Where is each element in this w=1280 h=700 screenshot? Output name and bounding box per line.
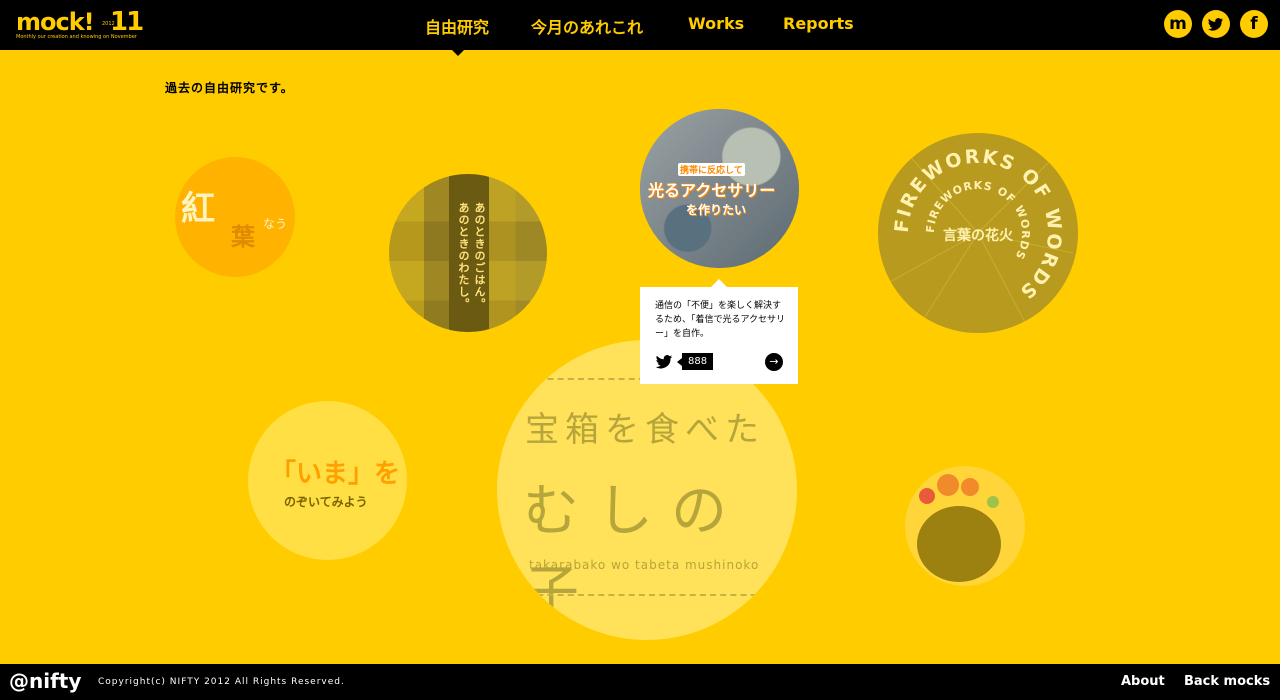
nav-item-jiyu-kenkyu[interactable]: 自由研究 — [425, 14, 489, 38]
tooltip-description: 通信の「不便」を楽しく解決するため、「着信で光るアクセサリー」を自作。 — [655, 301, 786, 339]
facebook-icon[interactable]: f — [1240, 10, 1268, 38]
logo-tagline: Monthly our creation and knowing on Nove… — [16, 34, 137, 40]
music-dot-1 — [937, 474, 959, 496]
nav-item-works[interactable]: Works — [688, 14, 744, 33]
koyo-title-3: なう — [263, 217, 288, 231]
facebook-icon-label: f — [1250, 14, 1258, 34]
led-title-1: 携帯に反応して — [678, 163, 745, 176]
gohan-title-2: あのときのわたし。 — [457, 202, 470, 310]
footer-link-back-mocks[interactable]: Back mocks — [1184, 674, 1270, 689]
fireworks-inner-ring-text: FIREWORKS OF WORDS — [924, 179, 1031, 262]
mock-icon[interactable]: m — [1164, 10, 1192, 38]
site-header: mock! 2012 11 Monthly our creation and k… — [0, 0, 1280, 56]
project-circle-mushinoko[interactable]: 宝箱を食べた むしの子 takarabako wo tabeta mushino… — [497, 340, 797, 640]
twitter-icon[interactable] — [655, 353, 673, 371]
music-face-shape — [917, 506, 1001, 582]
mushi-romaji: takarabako wo tabeta mushinoko — [529, 558, 760, 572]
fireworks-artwork: FIREWORKS OF WORDS FIREWORKS OF WORDS 言葉… — [887, 142, 1074, 329]
project-circle-ima[interactable]: 「いま」を のぞいてみよう — [248, 401, 407, 560]
footer-link-about[interactable]: About — [1121, 674, 1165, 689]
project-circle-fireworks[interactable]: FIREWORKS OF WORDS FIREWORKS OF WORDS 言葉… — [878, 133, 1078, 333]
gohan-title-1: あのときのごはん。 — [473, 202, 486, 310]
music-dot-4 — [987, 496, 999, 508]
mock-icon-label: m — [1169, 14, 1187, 34]
mushi-vine-bottom — [517, 594, 777, 600]
svg-text:FIREWORKS OF WORDS: FIREWORKS OF WORDS — [924, 179, 1032, 262]
project-circle-music[interactable] — [905, 466, 1025, 586]
ima-subtitle: のぞいてみよう — [284, 495, 368, 509]
project-circle-led-accessory[interactable]: 携帯に反応して 光るアクセサリー を作りたい — [640, 109, 799, 268]
svg-text:FIREWORKS OF WORDS: FIREWORKS OF WORDS — [891, 146, 1066, 304]
music-dot-2 — [961, 478, 979, 496]
twitter-bird-icon — [1208, 18, 1223, 31]
fireworks-center-text: 言葉の花火 — [943, 227, 1014, 244]
tweet-count: 888 — [676, 353, 714, 370]
mushi-title-2: むしの子 — [523, 479, 745, 625]
logo-brand: mock! — [16, 8, 95, 36]
site-footer: @nifty Copyright(c) NIFTY 2012 All Right… — [0, 664, 1280, 700]
logo-issue-number: 11 — [110, 7, 144, 37]
tooltip-arrow — [711, 279, 727, 287]
arrow-right-icon[interactable]: → — [765, 353, 783, 371]
project-circle-gohan[interactable]: あのときのごはん。 あのときのわたし。 — [389, 174, 547, 332]
koyo-title-1: 紅 — [181, 189, 215, 229]
ima-title: 「いま」を — [270, 459, 401, 489]
koyo-title-2: 葉 — [231, 223, 255, 251]
nifty-logo[interactable]: @nifty — [9, 669, 81, 693]
led-title-3: を作りたい — [686, 203, 747, 217]
music-dot-3 — [919, 488, 935, 504]
twitter-icon[interactable] — [1202, 10, 1230, 38]
led-title-2: 光るアクセサリー — [648, 181, 776, 200]
site-logo[interactable]: mock! 2012 11 Monthly our creation and k… — [16, 7, 144, 41]
mushi-title-1: 宝箱を食べた — [525, 410, 765, 450]
copyright: Copyright(c) NIFTY 2012 All Rights Reser… — [98, 677, 345, 687]
nav-active-pointer — [451, 49, 465, 56]
fireworks-ring-text: FIREWORKS OF WORDS — [891, 146, 1064, 304]
project-circle-koyo[interactable]: 紅 葉 なう — [175, 157, 295, 277]
nav-item-reports[interactable]: Reports — [783, 14, 854, 33]
page-intro: 過去の自由研究です。 — [165, 81, 294, 95]
project-tooltip: 通信の「不便」を楽しく解決するため、「着信で光るアクセサリー」を自作。 888 … — [640, 279, 798, 384]
nav-item-kongetsu[interactable]: 今月のあれこれ — [531, 14, 643, 38]
